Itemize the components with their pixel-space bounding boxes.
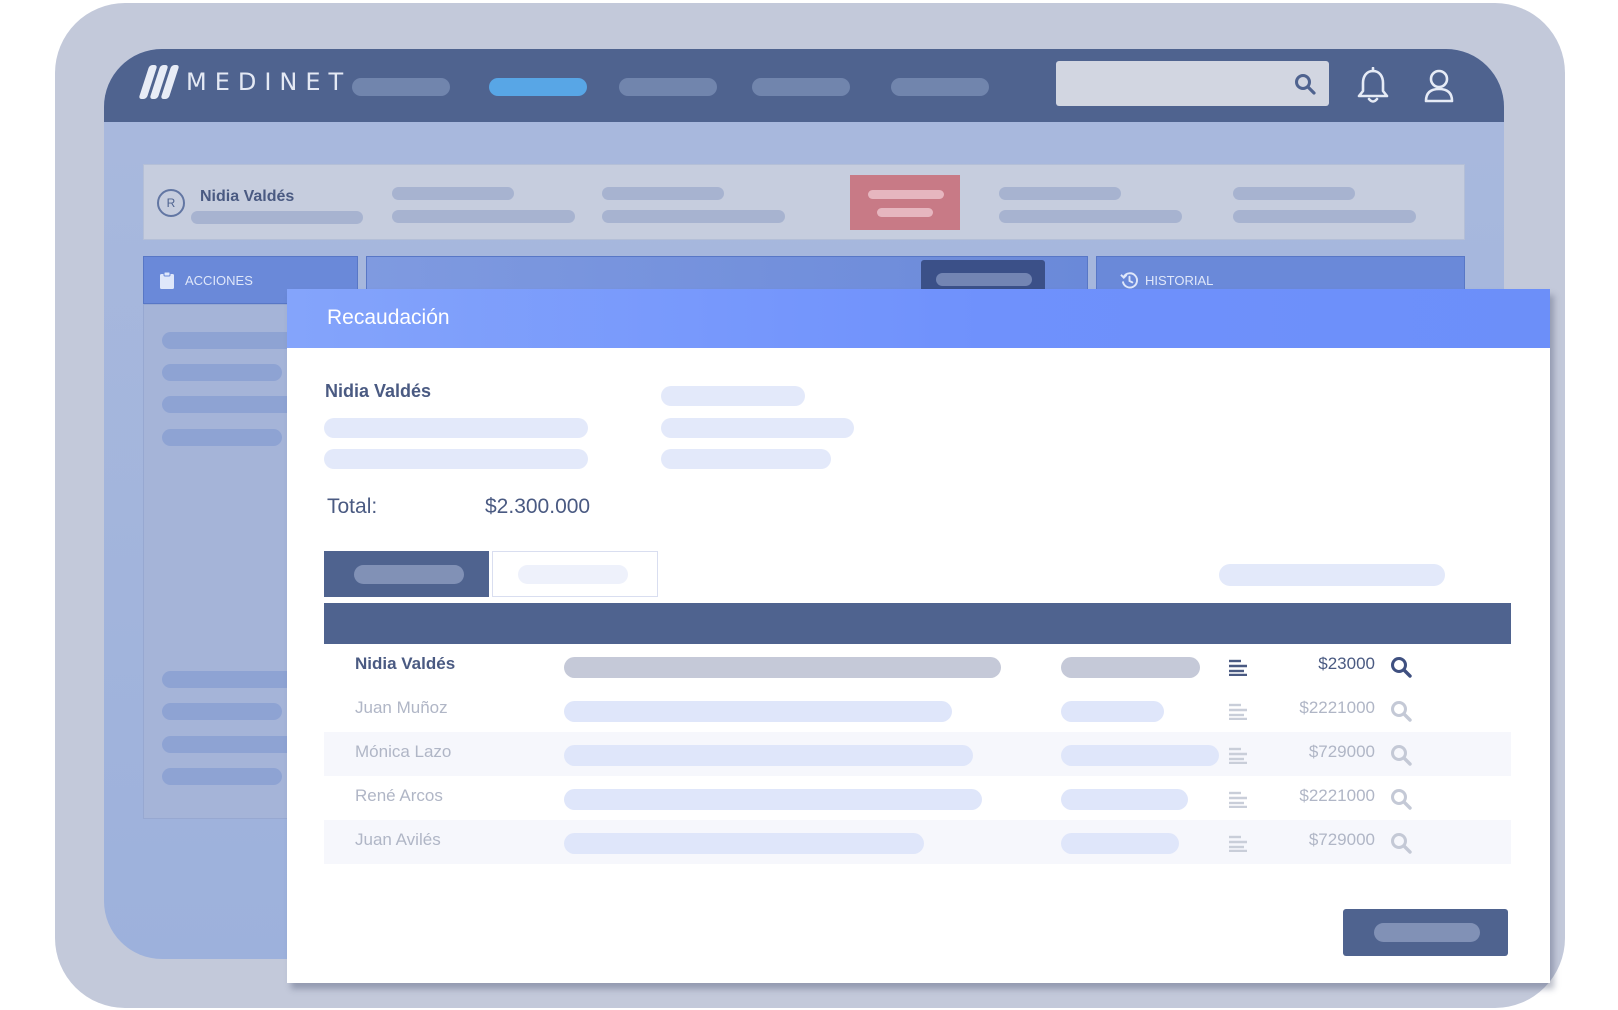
placeholder-cell [1061, 833, 1179, 854]
document-lines-icon[interactable] [1228, 702, 1248, 720]
placeholder-line [661, 386, 805, 406]
row-name: Mónica Lazo [355, 742, 452, 761]
action-placeholder[interactable] [162, 703, 282, 720]
placeholder-line [191, 211, 363, 224]
table-row[interactable]: René Arcos $2221000 [324, 776, 1511, 820]
placeholder-line [661, 449, 831, 469]
clipboard-icon [160, 271, 174, 289]
placeholder-line [1233, 187, 1355, 200]
brand-name: MEDINET [186, 68, 352, 96]
payment-collection-modal: Recaudación Nidia Valdés Total: $2.300.0… [287, 289, 1550, 983]
brand-logo[interactable]: MEDINET [138, 65, 352, 99]
filter-placeholder[interactable] [1219, 564, 1445, 586]
placeholder-line [324, 449, 588, 469]
row-amount: $729000 [1308, 742, 1375, 761]
table-header [324, 603, 1511, 644]
document-lines-icon[interactable] [1228, 834, 1248, 852]
placeholder-cell [1061, 789, 1188, 810]
modal-submit-button[interactable] [1343, 909, 1508, 956]
patient-avatar: R [157, 189, 185, 217]
placeholder-line [999, 187, 1121, 200]
placeholder-cell [564, 701, 952, 722]
placeholder-line [1233, 210, 1416, 223]
placeholder-line [661, 418, 854, 438]
table-row[interactable]: Mónica Lazo $729000 [324, 732, 1511, 776]
history-label: HISTORIAL [1145, 273, 1214, 288]
tab-inactive[interactable] [492, 551, 658, 597]
placeholder-line [602, 210, 785, 223]
action-placeholder[interactable] [162, 768, 282, 785]
patient-summary-card: R Nidia Valdés [143, 164, 1465, 240]
bell-icon[interactable] [1356, 67, 1390, 105]
row-name: Nidia Valdés [355, 654, 456, 673]
modal-patient-name: Nidia Valdés [325, 381, 432, 401]
placeholder-line [392, 210, 575, 223]
tab-active[interactable] [324, 551, 489, 597]
logo-mark-icon [138, 65, 180, 99]
placeholder-cell [1061, 745, 1219, 766]
total-value: $2.300.000 [485, 495, 591, 518]
magnifier-icon[interactable] [1390, 656, 1412, 678]
user-icon[interactable] [1422, 67, 1456, 105]
nav-item-1[interactable] [352, 78, 450, 96]
magnifier-icon[interactable] [1390, 832, 1412, 854]
placeholder-cell [1061, 701, 1164, 722]
history-icon [1120, 272, 1138, 289]
document-lines-icon[interactable] [1228, 658, 1248, 676]
magnifier-icon[interactable] [1390, 700, 1412, 722]
magnifier-icon[interactable] [1390, 788, 1412, 810]
alert-badge[interactable] [850, 175, 960, 230]
total-label: Total: [327, 495, 378, 518]
patient-name: Nidia Valdés [200, 188, 295, 205]
placeholder-line [392, 187, 514, 200]
placeholder-line [324, 418, 588, 438]
document-lines-icon[interactable] [1228, 746, 1248, 764]
row-name: Juan Avilés [355, 830, 441, 849]
row-name: René Arcos [355, 786, 443, 805]
actions-label: ACCIONES [185, 273, 253, 288]
placeholder-cell [1061, 657, 1200, 678]
placeholder-cell [564, 657, 1001, 678]
action-placeholder[interactable] [162, 364, 282, 381]
nav-item-4[interactable] [752, 78, 850, 96]
nav-item-2-active[interactable] [489, 78, 587, 96]
modal-header: Recaudación [287, 289, 1550, 348]
placeholder-cell [564, 833, 924, 854]
placeholder-cell [564, 745, 973, 766]
top-navbar: MEDINET [104, 49, 1504, 122]
row-amount: $2221000 [1299, 698, 1375, 717]
placeholder-cell [564, 789, 982, 810]
search-icon[interactable] [1293, 72, 1317, 96]
row-amount: $23000 [1318, 654, 1375, 673]
row-name: Juan Muñoz [355, 698, 448, 717]
search-input[interactable] [1056, 61, 1329, 106]
placeholder-line [999, 210, 1182, 223]
action-placeholder[interactable] [162, 429, 282, 446]
document-lines-icon[interactable] [1228, 790, 1248, 808]
nav-item-3[interactable] [619, 78, 717, 96]
magnifier-icon[interactable] [1390, 744, 1412, 766]
table-row[interactable]: Nidia Valdés $23000 [324, 644, 1511, 688]
row-amount: $729000 [1308, 830, 1375, 849]
row-amount: $2221000 [1299, 786, 1375, 805]
nav-item-5[interactable] [891, 78, 989, 96]
table-row[interactable]: Juan Muñoz $2221000 [324, 688, 1511, 732]
table-row[interactable]: Juan Avilés $729000 [324, 820, 1511, 864]
placeholder-line [602, 187, 724, 200]
modal-title: Recaudación [327, 306, 450, 329]
